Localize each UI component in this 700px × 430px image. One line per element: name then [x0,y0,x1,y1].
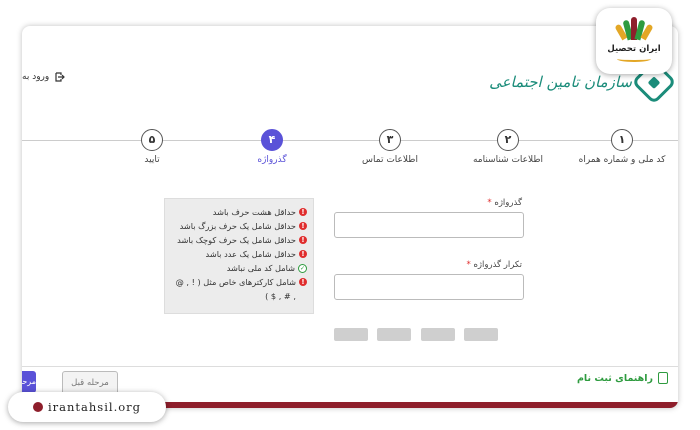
step-number: ۴ [261,129,283,151]
password-input[interactable] [334,212,524,238]
rule-item: ! حداقل شامل یک حرف کوچک باشد [171,233,307,247]
login-icon [55,72,66,82]
book-logo-icon [614,16,654,41]
strength-segment-1 [334,328,368,341]
error-icon: ! [299,236,307,244]
clipboard-icon [658,372,668,384]
guide-label: راهنمای ثبت نام [576,372,653,384]
strength-segment-4 [464,328,498,341]
rule-item: ✓ شامل کد ملی نباشد [171,261,307,275]
login-label: ورود به [22,72,50,82]
rule-item: ! شامل کارکترهای خاص مثل ( ! , @ , # , $ … [171,275,307,303]
footer-divider [22,366,678,367]
password-rules-box: ! حداقل هشت حرف باشد ! حداقل شامل یک حرف ب… [164,198,314,314]
login-link[interactable]: ورود به [22,72,66,82]
step-number: ۵ [141,129,163,151]
step-2[interactable]: ۲ اطلاعات شناسنامه [448,129,568,165]
registration-guide-link[interactable]: راهنمای ثبت نام [577,372,668,384]
step-label: تایید [144,155,160,165]
site-url: irantahsil.org [47,400,142,414]
rule-text: حداقل هشت حرف باشد [212,207,296,217]
confirm-password-label: تکرار گذرواژه * [466,260,522,270]
step-5[interactable]: ۵ تایید [92,129,212,165]
error-icon: ! [299,222,307,230]
check-icon: ✓ [298,264,307,273]
confirm-label-text: تکرار گذرواژه [473,260,522,270]
step-label: کد ملی و شماره همراه [578,155,666,165]
step-number: ۲ [497,129,519,151]
error-icon: ! [299,250,307,258]
browser-frame: ورود به سازمان تامین اجتماعی ۱ کد ملی و … [22,26,678,408]
rule-item: ! حداقل هشت حرف باشد [171,205,307,219]
logo-text: سازمان تامین اجتماعی [489,73,632,91]
rule-text: حداقل شامل یک حرف کوچک باشد [177,235,296,245]
step-label: اطلاعات شناسنامه [472,155,544,165]
rule-text: حداقل شامل یک حرف بزرگ باشد [179,221,296,231]
globe-icon [32,402,43,412]
password-label: گذرواژه * [487,198,522,208]
step-number: ۳ [379,129,401,151]
rule-item: ! حداقل شامل یک عدد باشد [171,247,307,261]
step-number: ۱ [611,129,633,151]
required-mark: * [487,198,492,208]
rule-text: شامل کارکترهای خاص مثل ( ! , @ , # , $ ) [175,277,296,301]
strength-segment-2 [377,328,411,341]
rule-text: حداقل شامل یک عدد باشد [205,249,296,259]
password-label-text: گذرواژه [494,198,522,208]
step-label: گذرواژه [257,155,287,165]
error-icon: ! [299,208,307,216]
irantahsil-badge: ایران تحصیل [596,8,672,74]
confirm-password-input[interactable] [334,274,524,300]
strength-segment-3 [421,328,455,341]
rule-item: ! حداقل شامل یک حرف بزرگ باشد [171,219,307,233]
step-1[interactable]: ۱ کد ملی و شماره همراه [562,129,678,165]
step-3[interactable]: ۳ اطلاعات تماس [330,129,450,165]
badge-swoosh [617,56,651,62]
step-label: اطلاعات تماس [362,155,418,165]
badge-text: ایران تحصیل [607,44,661,54]
required-mark: * [466,260,471,270]
registration-page: ورود به سازمان تامین اجتماعی ۱ کد ملی و … [22,26,678,408]
error-icon: ! [299,278,307,286]
next-step-button[interactable]: مرحله [22,371,36,393]
step-4[interactable]: ۴ گذرواژه [212,129,332,165]
site-watermark: irantahsil.org [8,392,166,422]
rule-text: شامل کد ملی نباشد [226,263,295,273]
